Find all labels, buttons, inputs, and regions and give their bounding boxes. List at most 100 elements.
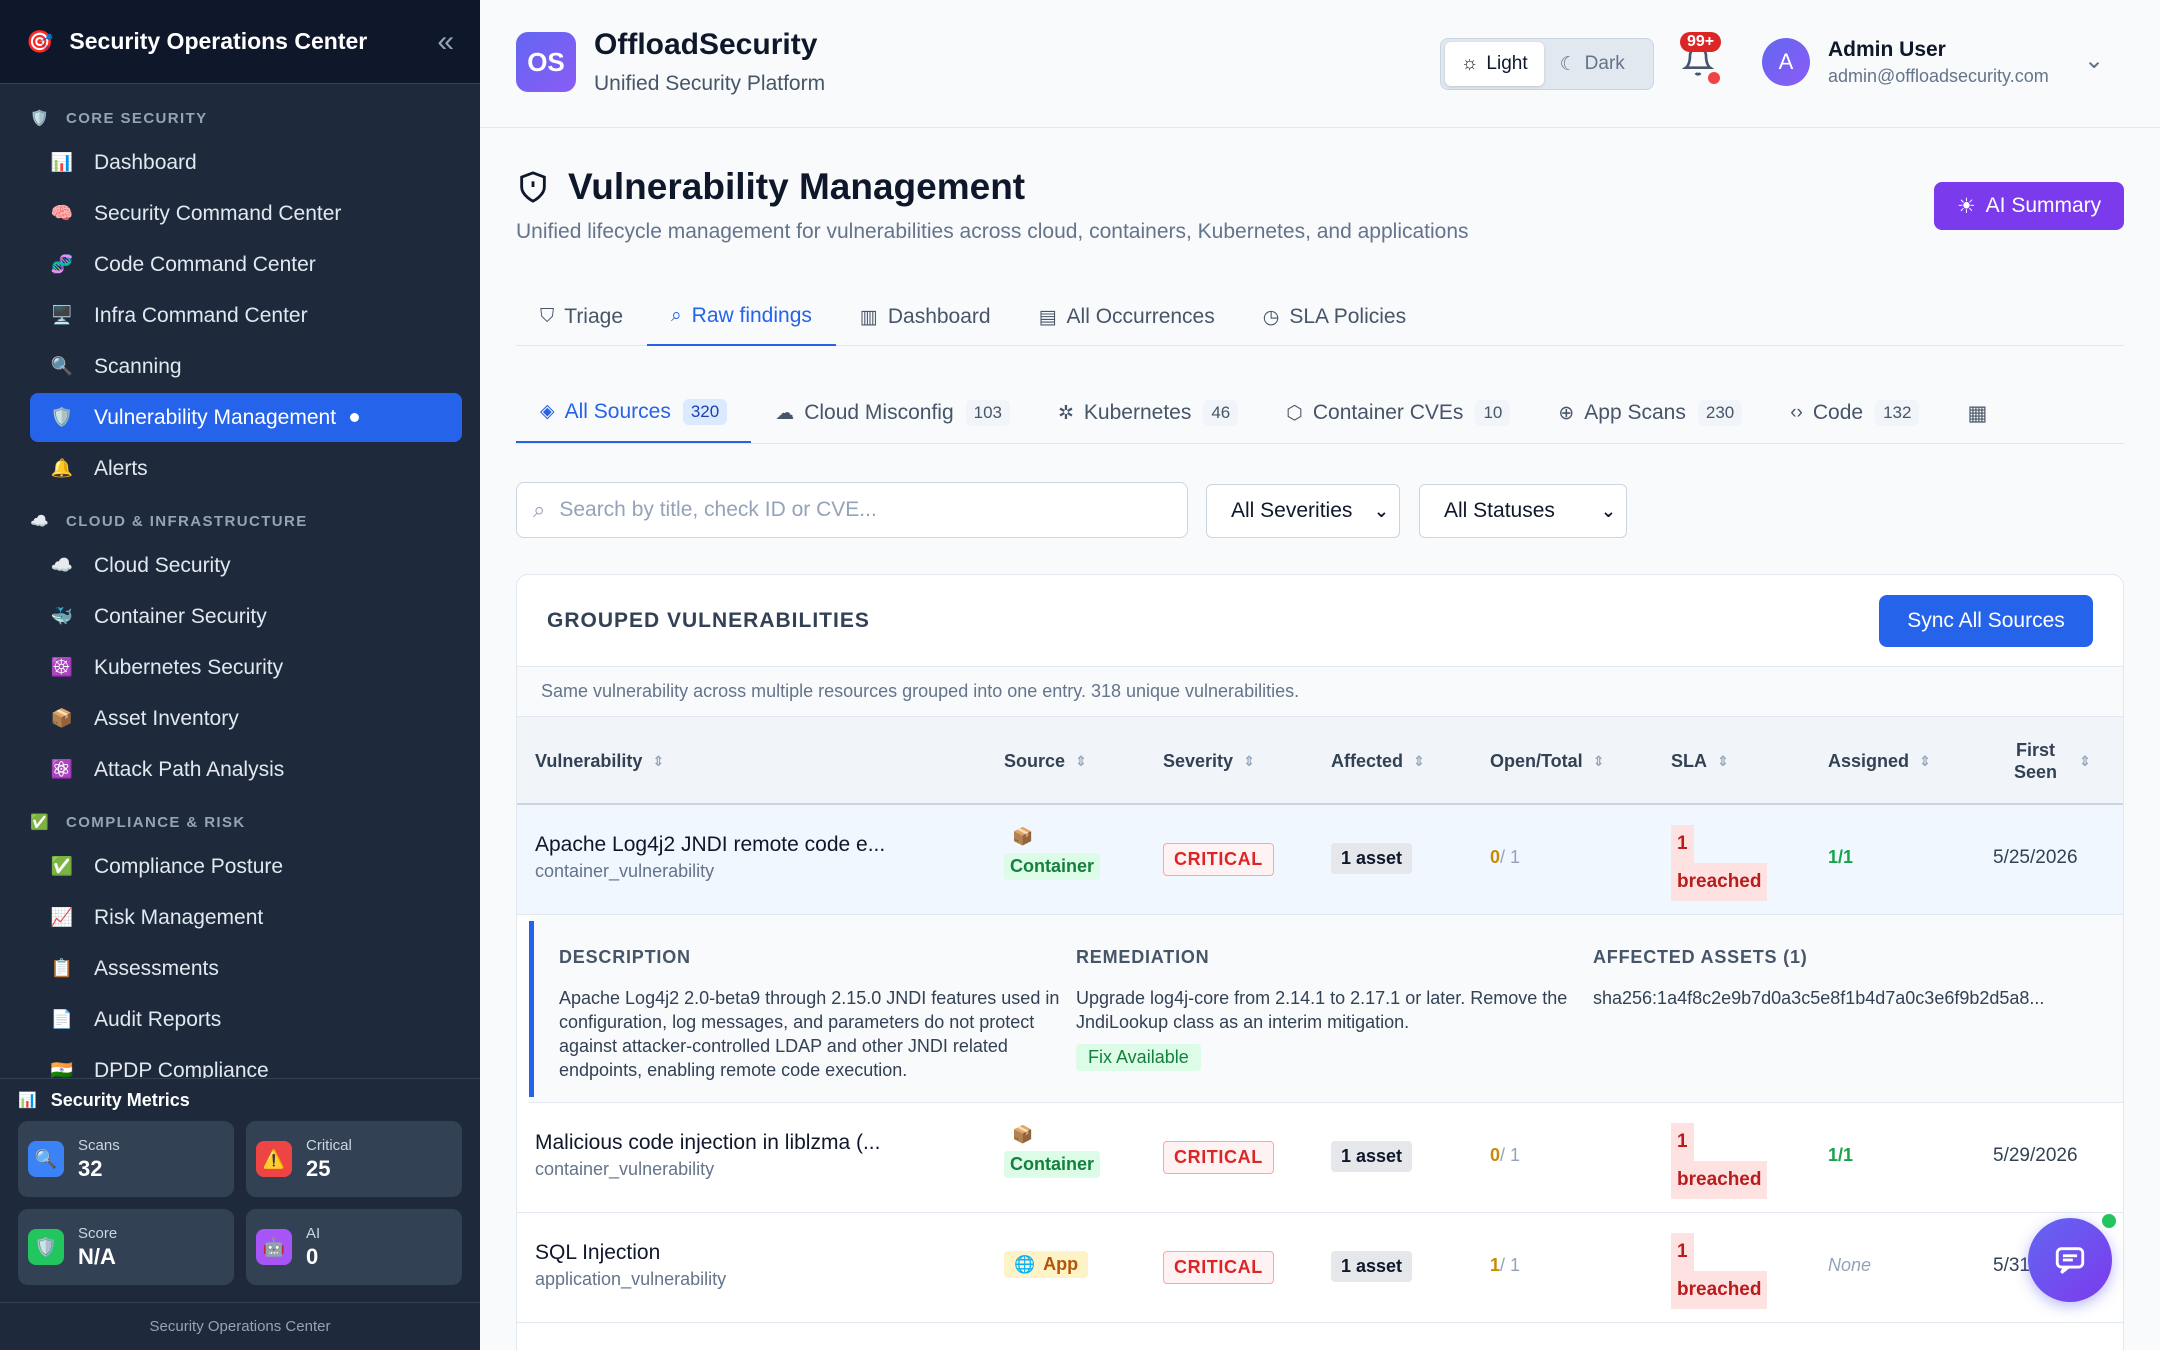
source-tab-container-cves[interactable]: ⬡ Container CVEs 10 bbox=[1262, 382, 1534, 443]
col-severity[interactable]: Severity ⇕ bbox=[1163, 717, 1255, 805]
source-tab-all-sources[interactable]: ◈ All Sources 320 bbox=[516, 382, 752, 443]
col-open-total[interactable]: Open/Total ⇕ bbox=[1490, 717, 1604, 805]
theme-dark-button[interactable]: ☾ Dark bbox=[1544, 42, 1641, 86]
chat-button[interactable] bbox=[2028, 1218, 2112, 1302]
table-row[interactable]: Apache Log4j2 JNDI remote code e... conta… bbox=[517, 805, 2123, 915]
sort-icon: ⇕ bbox=[1413, 752, 1425, 769]
chevron-down-icon[interactable]: ⌄ bbox=[2084, 46, 2104, 75]
tab-label: SLA Policies bbox=[1289, 305, 1407, 328]
section-icon: ☁️ bbox=[30, 513, 51, 530]
shield-icon: ⛉ bbox=[540, 306, 555, 327]
sidebar-title: Security Operations Center bbox=[69, 28, 368, 54]
sidebar-section-cloud-infrastructure: ☁️ CLOUD & INFRASTRUCTURE bbox=[0, 501, 480, 541]
sla-cell: 1 breached bbox=[1671, 1233, 1768, 1309]
col-affected[interactable]: Affected ⇕ bbox=[1331, 717, 1425, 805]
assigned-value[interactable]: None bbox=[1828, 1255, 1871, 1276]
sidebar-item-security-command-center[interactable]: 🧠 Security Command Center bbox=[30, 189, 462, 238]
ai-summary-button[interactable]: ☀ AI Summary bbox=[1934, 182, 2124, 230]
vulnerability-name[interactable]: Apache Log4j2 JNDI remote code e... bbox=[535, 833, 885, 857]
sidebar-header: 🎯 Security Operations Center « bbox=[0, 0, 480, 84]
sidebar-item-alerts[interactable]: 🔔 Alerts bbox=[30, 444, 462, 493]
table-row[interactable]: Malicious code injection in liblzma (...… bbox=[517, 1103, 2123, 1213]
detail-accent-bar bbox=[529, 921, 534, 1097]
col-sla[interactable]: SLA ⇕ bbox=[1671, 717, 1729, 805]
total-count: / 1 bbox=[1500, 1255, 1521, 1275]
user-name[interactable]: Admin User bbox=[1828, 38, 1946, 62]
col-first-seen[interactable]: First Seen ⇕ bbox=[2014, 717, 2091, 805]
affected-cell: 1 asset bbox=[1331, 1141, 1413, 1172]
tab-dashboard[interactable]: ▥ Dashboard bbox=[836, 288, 1015, 346]
sidebar-item-dpdp-compliance[interactable]: 🇮🇳 DPDP Compliance bbox=[30, 1046, 462, 1079]
sidebar-item-container-security[interactable]: 🐳 Container Security bbox=[30, 592, 462, 641]
source-tab-label: Cloud Misconfig bbox=[804, 401, 954, 424]
sla-status: breached bbox=[1671, 863, 1768, 901]
sidebar-item-label: Kubernetes Security bbox=[94, 655, 284, 679]
vulnerability-type: container_vulnerability bbox=[535, 1159, 715, 1179]
metric-value: 32 bbox=[78, 1155, 103, 1181]
sidebar-item-scanning[interactable]: 🔍 Scanning bbox=[30, 342, 462, 391]
more-sources-icon[interactable]: ▦ bbox=[1943, 382, 2011, 443]
description-label: DESCRIPTION bbox=[559, 947, 691, 967]
sidebar-section-title: CLOUD & INFRASTRUCTURE bbox=[66, 512, 308, 530]
topbar: OS OffloadSecurity Unified Security Plat… bbox=[480, 0, 2160, 128]
status-select[interactable]: All Statuses ⌄ bbox=[1419, 484, 1627, 538]
sidebar-item-asset-inventory[interactable]: 📦 Asset Inventory bbox=[30, 694, 462, 743]
sidebar-item-label: Compliance Posture bbox=[94, 854, 284, 878]
source-tab-cloud-misconfig[interactable]: ☁ Cloud Misconfig 103 bbox=[751, 382, 1034, 443]
assessments-icon: 📋 bbox=[50, 958, 74, 978]
sidebar-item-label: Asset Inventory bbox=[94, 706, 239, 730]
sla-count: 1 bbox=[1671, 1233, 1694, 1271]
kubernetes-security-icon: ☸️ bbox=[50, 657, 74, 677]
sidebar-item-kubernetes-security[interactable]: ☸️ Kubernetes Security bbox=[30, 643, 462, 692]
sidebar-item-risk-management[interactable]: 📈 Risk Management bbox=[30, 893, 462, 942]
open-total-cell: 0 / 1 bbox=[1490, 847, 1520, 868]
sidebar-item-compliance-posture[interactable]: ✅ Compliance Posture bbox=[30, 842, 462, 891]
ai-icon: 🤖 bbox=[256, 1229, 292, 1265]
section-icon: 🛡️ bbox=[30, 110, 51, 127]
affected-cell: 1 asset bbox=[1331, 843, 1413, 874]
sidebar-item-dashboard[interactable]: 📊 Dashboard bbox=[30, 138, 462, 187]
tab-all-occurrences[interactable]: ▤ All Occurrences bbox=[1015, 288, 1239, 346]
col-vulnerability[interactable]: Vulnerability ⇕ bbox=[535, 717, 664, 805]
affected-badge[interactable]: 1 asset bbox=[1331, 843, 1413, 874]
affected-asset-hash[interactable]: sha256:1a4f8c2e9b7d0a3c5e8f1b4d7a0c3e6f9… bbox=[1593, 986, 2113, 1010]
sidebar-item-cloud-security[interactable]: ☁️ Cloud Security bbox=[30, 541, 462, 590]
metric-card-score: 🛡️ Score N/A bbox=[18, 1209, 234, 1285]
table-row[interactable]: SQL Injection application_vulnerability 🌐 A… bbox=[517, 1213, 2123, 1323]
search-field[interactable]: ⌕ bbox=[516, 482, 1188, 538]
assigned-value[interactable]: 1/1 bbox=[1828, 1145, 1853, 1166]
tab-sla-policies[interactable]: ◷ SLA Policies bbox=[1239, 288, 1430, 346]
dashboard-icon: 📊 bbox=[50, 152, 74, 172]
source-tab-label: All Sources bbox=[564, 399, 671, 423]
tab-raw-findings[interactable]: ⌕ Raw findings bbox=[647, 288, 836, 346]
vulnerability-management-icon: 🛡️ bbox=[50, 407, 74, 427]
col-source[interactable]: Source ⇕ bbox=[1004, 717, 1087, 805]
sync-all-sources-button[interactable]: Sync All Sources bbox=[1879, 594, 2093, 647]
assigned-value[interactable]: 1/1 bbox=[1828, 847, 1853, 868]
sidebar-item-label: Security Command Center bbox=[94, 201, 342, 225]
sidebar-item-vulnerability-management[interactable]: 🛡️ Vulnerability Management bbox=[30, 393, 462, 442]
avatar[interactable]: A bbox=[1762, 38, 1810, 86]
tab-triage[interactable]: ⛉ Triage bbox=[516, 288, 647, 346]
search-input[interactable] bbox=[559, 498, 1171, 522]
sidebar-item-infra-command-center[interactable]: 🖥️ Infra Command Center bbox=[30, 291, 462, 340]
open-count: 0 bbox=[1490, 1145, 1501, 1165]
source-tab-code[interactable]: ‹› Code 132 bbox=[1766, 382, 1943, 443]
sidebar-item-assessments[interactable]: 📋 Assessments bbox=[30, 944, 462, 993]
sidebar-item-audit-reports[interactable]: 📄 Audit Reports bbox=[30, 995, 462, 1044]
source-tab-kubernetes[interactable]: ✲ Kubernetes 46 bbox=[1034, 382, 1262, 443]
sidebar-item-attack-path-analysis[interactable]: ⚛️ Attack Path Analysis bbox=[30, 745, 462, 794]
collapse-sidebar-icon[interactable]: « bbox=[437, 25, 454, 59]
affected-badge[interactable]: 1 asset bbox=[1331, 1251, 1413, 1282]
theme-light-button[interactable]: ☼ Light bbox=[1445, 42, 1544, 86]
metric-label: Critical bbox=[306, 1136, 352, 1154]
affected-badge[interactable]: 1 asset bbox=[1331, 1141, 1413, 1172]
severity-select[interactable]: All Severities ⌄ bbox=[1206, 484, 1400, 538]
source-tab-app-scans[interactable]: ⊕ App Scans 230 bbox=[1534, 382, 1766, 443]
sidebar-item-code-command-center[interactable]: 🧬 Code Command Center bbox=[30, 240, 462, 289]
cloud-icon: ☁ bbox=[775, 402, 795, 424]
col-assigned[interactable]: Assigned ⇕ bbox=[1828, 717, 1931, 805]
vulnerability-name[interactable]: Malicious code injection in liblzma (... bbox=[535, 1131, 880, 1155]
vulnerability-name[interactable]: SQL Injection bbox=[535, 1241, 660, 1265]
chevron-down-icon: ⌄ bbox=[1600, 500, 1616, 521]
